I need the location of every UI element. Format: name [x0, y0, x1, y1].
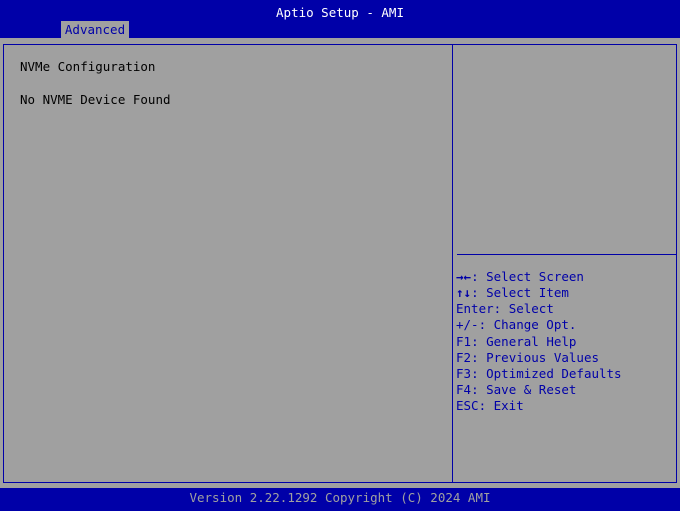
help-key: +/-: [456, 317, 479, 333]
help-divider-horizontal: [457, 254, 676, 255]
main-panel: NVMe Configuration No NVME Device Found …: [0, 38, 680, 488]
footer-bar: Version 2.22.1292 Copyright (C) 2024 AMI: [0, 488, 680, 511]
help-text: : Previous Values: [471, 349, 599, 365]
help-item-exit: ESC: Exit: [456, 398, 674, 414]
help-key: F2: [456, 349, 472, 365]
help-text: : General Help: [471, 333, 577, 349]
help-text: : Exit: [478, 398, 524, 414]
help-item-select-item: ↑↓: Select Item: [456, 285, 674, 301]
arrows-left-right-icon: →←: [456, 269, 472, 284]
help-key: F4: [456, 381, 472, 397]
help-item-general-help: F1: General Help: [456, 334, 674, 350]
help-item-save-reset: F4: Save & Reset: [456, 382, 674, 398]
help-text: : Save & Reset: [471, 381, 577, 397]
key-help-list: →←: Select Screen ↑↓: Select Item Enter:…: [456, 269, 674, 414]
help-text: : Select Item: [471, 285, 569, 301]
bios-setup-screen: Aptio Setup - AMI Advanced NVMe Configur…: [0, 0, 680, 511]
title-bar: Aptio Setup - AMI Advanced: [0, 0, 680, 38]
help-text: : Select: [493, 301, 554, 317]
arrows-up-down-icon: ↑↓: [456, 285, 472, 301]
help-item-change-opt: +/-: Change Opt.: [456, 317, 674, 333]
help-item-previous-values: F2: Previous Values: [456, 350, 674, 366]
help-text: : Optimized Defaults: [471, 365, 622, 381]
help-key: Enter: [456, 301, 494, 317]
status-no-device: No NVME Device Found: [20, 92, 171, 107]
app-title: Aptio Setup - AMI: [276, 5, 404, 20]
help-item-optimized-defaults: F3: Optimized Defaults: [456, 366, 674, 382]
pane-divider-vertical: [452, 45, 453, 482]
tab-advanced[interactable]: Advanced: [61, 21, 129, 38]
help-item-select-screen: →←: Select Screen: [456, 269, 674, 285]
help-key: F1: [456, 333, 472, 349]
help-item-enter: Enter: Select: [456, 301, 674, 317]
section-title-nvme-configuration: NVMe Configuration: [20, 59, 156, 74]
version-text: Version 2.22.1292 Copyright (C) 2024 AMI: [189, 490, 491, 505]
help-text: : Select Screen: [471, 269, 584, 284]
content-frame: NVMe Configuration No NVME Device Found …: [3, 44, 677, 483]
settings-pane: NVMe Configuration No NVME Device Found: [20, 59, 440, 108]
help-text: : Change Opt.: [478, 317, 577, 333]
help-key: ESC: [456, 398, 479, 414]
help-key: F3: [456, 365, 472, 381]
